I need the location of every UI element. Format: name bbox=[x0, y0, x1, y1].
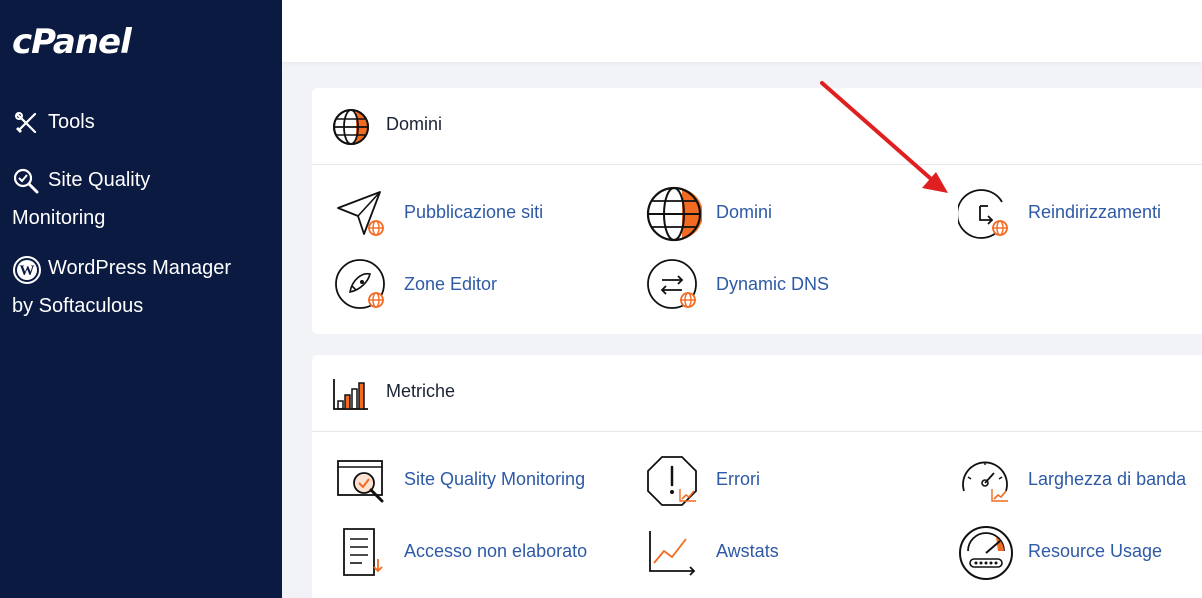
sidebar-item-label: WordPress Manager bbox=[48, 257, 232, 279]
tool-label: Awstats bbox=[716, 541, 779, 561]
site-quality-icon bbox=[334, 453, 390, 509]
tool-dynamic-dns[interactable]: Dynamic DNS bbox=[646, 258, 886, 314]
tools-icon bbox=[12, 109, 40, 137]
tool-label: Pubblicazione siti bbox=[404, 202, 544, 222]
sidebar-item-label: Tools bbox=[48, 111, 95, 133]
section-metriche: Metriche Site Quality Monitoring Errori … bbox=[312, 355, 1202, 598]
svg-text:W: W bbox=[20, 263, 35, 279]
tool-label: Larghezza di banda bbox=[1028, 469, 1187, 489]
sidebar: cPanel Tools Site Quality Monitoring W W… bbox=[0, 0, 282, 598]
magnifier-check-icon bbox=[12, 167, 40, 195]
sidebar-item-label-line2: by Softaculous bbox=[12, 295, 144, 317]
sidebar-item-tools[interactable]: Tools bbox=[12, 103, 272, 141]
section-header[interactable]: Metriche bbox=[312, 355, 1202, 432]
sidebar-item-site-quality[interactable]: Site Quality Monitoring bbox=[12, 161, 272, 237]
section-title: Domini bbox=[386, 114, 443, 134]
tool-label: Site Quality Monitoring bbox=[404, 469, 586, 489]
tool-reindirizzamenti[interactable]: Reindirizzamenti bbox=[956, 186, 1198, 242]
resource-usage-icon bbox=[958, 525, 1014, 581]
tool-resource-usage[interactable]: Resource Usage bbox=[958, 525, 1202, 581]
section-domini: Domini Pubblicazione siti Domini Reindir… bbox=[312, 88, 1202, 334]
tool-awstats[interactable]: Awstats bbox=[646, 525, 846, 581]
cpanel-logo[interactable]: cPanel bbox=[12, 22, 132, 62]
tool-label: Errori bbox=[716, 469, 760, 489]
wordpress-icon: W bbox=[12, 255, 41, 284]
tool-label: Domini bbox=[716, 202, 773, 222]
sidebar-item-wordpress-manager[interactable]: W WordPress Manager by Softaculous bbox=[12, 249, 272, 325]
bar-chart-icon bbox=[332, 375, 370, 413]
cpanel-app: cPanel Tools Site Quality Monitoring W W… bbox=[0, 0, 1202, 598]
globe-icon bbox=[646, 186, 703, 242]
tool-zone-editor[interactable]: Zone Editor bbox=[334, 258, 574, 314]
top-header bbox=[282, 0, 1202, 62]
sidebar-item-label-line2: Monitoring bbox=[12, 207, 106, 229]
tool-label: Resource Usage bbox=[1028, 541, 1163, 561]
zone-editor-icon bbox=[334, 258, 390, 314]
tool-label: Dynamic DNS bbox=[716, 274, 830, 294]
awstats-icon bbox=[646, 525, 702, 581]
section-header[interactable]: Domini bbox=[312, 88, 1202, 165]
tool-accesso-non-elaborato[interactable]: Accesso non elaborato bbox=[334, 525, 624, 581]
tool-errori[interactable]: Errori bbox=[646, 453, 846, 509]
tool-pubblicazione-siti[interactable]: Pubblicazione siti bbox=[334, 186, 594, 242]
tool-label: Reindirizzamenti bbox=[1028, 202, 1162, 222]
globe-icon bbox=[332, 108, 370, 146]
dynamic-dns-icon bbox=[646, 258, 702, 314]
section-title: Metriche bbox=[386, 381, 456, 401]
tool-domini[interactable]: Domini bbox=[646, 186, 846, 242]
tool-label: Zone Editor bbox=[404, 274, 498, 294]
paper-plane-globe-icon bbox=[334, 186, 390, 242]
errors-icon bbox=[646, 453, 702, 509]
sidebar-item-label: Site Quality bbox=[48, 169, 151, 191]
tool-larghezza-di-banda[interactable]: Larghezza di banda bbox=[958, 453, 1202, 509]
tool-site-quality-monitoring[interactable]: Site Quality Monitoring bbox=[334, 453, 624, 509]
tool-label: Accesso non elaborato bbox=[404, 541, 588, 561]
redirect-globe-icon bbox=[956, 186, 1014, 242]
bandwidth-gauge-icon bbox=[958, 453, 1014, 509]
raw-access-icon bbox=[334, 525, 390, 581]
